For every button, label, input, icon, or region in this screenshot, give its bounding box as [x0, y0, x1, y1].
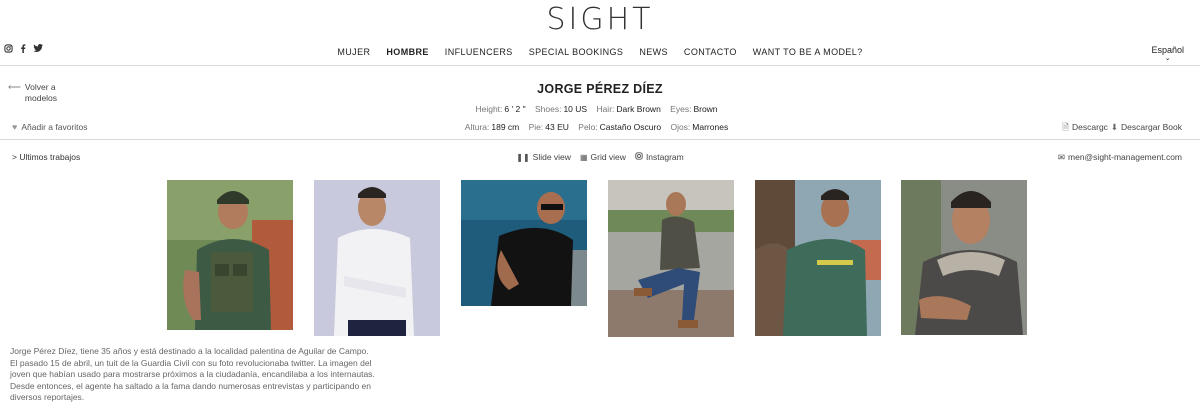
- download-book-button[interactable]: 🗎 Descargc ⬇ Descargar Book: [1062, 122, 1182, 136]
- main-nav: MUJER HOMBRE INFLUENCERS SPECIAL BOOKING…: [0, 47, 1200, 57]
- stats-us: Height: 6 ' 2 " Shoes: 10 US Hair: Dark Bro…: [0, 104, 1200, 114]
- nav-item-mujer[interactable]: MUJER: [329, 47, 378, 57]
- pie-label: Pie:: [528, 122, 544, 132]
- model-bio: Jorge Pérez Díez, tiene 35 años y está d…: [10, 346, 385, 404]
- photo-seated-jeans[interactable]: [608, 180, 734, 337]
- heart-icon: ♥: [12, 122, 18, 132]
- nav-item-influencers[interactable]: INFLUENCERS: [437, 47, 521, 57]
- model-name: JORGE PÉREZ DÍEZ: [537, 82, 663, 96]
- grid-view-button[interactable]: ▦ Grid view: [580, 152, 626, 162]
- favorites-label: Añadir a favoritos: [21, 122, 88, 132]
- language-selector[interactable]: Español ⌄: [1151, 45, 1184, 62]
- instagram-icon: [635, 152, 643, 162]
- chevron-down-icon: ⌄: [1164, 55, 1171, 62]
- slide-view-button[interactable]: ❚❚ Slide view: [516, 152, 571, 162]
- bio-line: Desde entonces, el agente ha saltado a l…: [10, 380, 372, 391]
- nav-item-special-bookings[interactable]: SPECIAL BOOKINGS: [521, 47, 632, 57]
- download-icon: ⬇: [1110, 122, 1119, 132]
- contact-email-link[interactable]: ✉ men@sight-management.com: [1058, 152, 1182, 163]
- photo-black-tshirt-sunglasses[interactable]: [461, 180, 587, 306]
- stats-eu: Altura: 189 cm Pie: 43 EU Pelo: Castaño Osc…: [0, 122, 1200, 132]
- download-label-truncated: Descargc: [1072, 122, 1108, 132]
- bio-line: Jorge Pérez Díez, tiene 35 años y está d…: [10, 346, 369, 356]
- nav-item-want-to-be-a-model[interactable]: WANT TO BE A MODEL?: [745, 47, 871, 57]
- shoes-label: Shoes:: [534, 104, 562, 114]
- brand-logo[interactable]: SIGHT: [0, 2, 1200, 37]
- slide-view-label: Slide view: [532, 152, 571, 162]
- altura-label: Altura:: [464, 122, 490, 132]
- photo-uniform-vest[interactable]: [167, 180, 293, 330]
- height-label: Height:: [475, 104, 503, 114]
- slide-view-icon: ❚❚: [516, 152, 530, 162]
- ojos-value: Marrones: [692, 122, 729, 132]
- hair-label: Hair:: [596, 104, 615, 114]
- nav-item-contacto[interactable]: CONTACTO: [676, 47, 745, 57]
- header-divider: [0, 65, 1200, 66]
- eyes-label: Eyes:: [670, 104, 692, 114]
- height-value: 6 ' 2 ": [504, 104, 526, 114]
- hair-value: Dark Brown: [616, 104, 661, 114]
- grid-view-icon: ▦: [579, 152, 588, 162]
- contact-email: men@sight-management.com: [1068, 152, 1182, 162]
- photo-fur-collar-jacket[interactable]: [901, 180, 1027, 335]
- bio-line: diversos reportajes.: [10, 392, 85, 402]
- bio-line: joven que habían usado para mostrarse pr…: [10, 369, 375, 379]
- ojos-label: Ojos:: [670, 122, 691, 132]
- instagram-view-label: Instagram: [645, 152, 684, 162]
- bio-line: El pasado 15 de abril, un tuit de la Gua…: [10, 357, 372, 368]
- photo-green-polo[interactable]: [755, 180, 881, 336]
- mail-icon: ✉: [1057, 152, 1066, 162]
- language-label: Español: [1151, 45, 1184, 55]
- pelo-value: Castaño Oscuro: [599, 122, 662, 132]
- instagram-view-button[interactable]: Instagram: [635, 152, 684, 162]
- view-switcher: ❚❚ Slide view ▦ Grid view Instagram: [0, 152, 1200, 162]
- altura-value: 189 cm: [491, 122, 520, 132]
- nav-item-hombre[interactable]: HOMBRE: [378, 47, 436, 57]
- shoes-value: 10 US: [563, 104, 588, 114]
- nav-item-news[interactable]: NEWS: [631, 47, 676, 57]
- pelo-label: Pelo:: [578, 122, 598, 132]
- photo-white-shirt[interactable]: [314, 180, 440, 336]
- document-icon: 🗎: [1062, 122, 1070, 132]
- pie-value: 43 EU: [545, 122, 569, 132]
- profile-divider: [0, 139, 1200, 140]
- grid-view-label: Grid view: [590, 152, 626, 162]
- eyes-value: Brown: [693, 104, 718, 114]
- download-label: Descargar Book: [1121, 122, 1182, 132]
- add-to-favorites-button[interactable]: ♥ Añadir a favoritos: [12, 122, 88, 132]
